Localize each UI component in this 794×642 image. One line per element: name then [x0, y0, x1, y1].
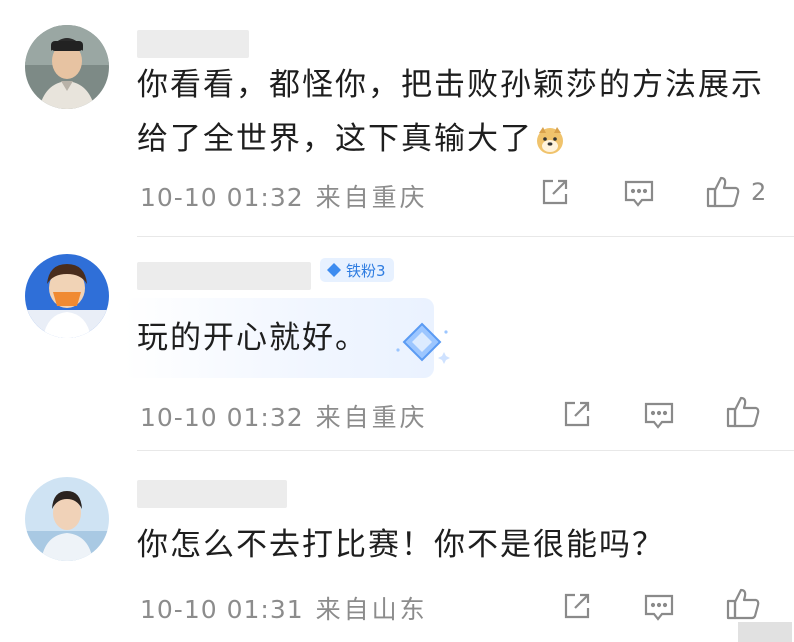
thumbs-up-icon: [726, 396, 760, 428]
like-button[interactable]: [725, 394, 761, 430]
share-icon: [564, 593, 590, 619]
comment-item: 你看看，都怪你，把击败孙颖莎的方法展示 给了全世界，这下真输大了 10-10 0…: [0, 0, 794, 236]
doge-emoji: [535, 118, 565, 172]
comment-text: 你怎么不去打比赛！你不是很能吗？: [137, 527, 665, 563]
fan-badge[interactable]: 铁粉3: [320, 258, 394, 282]
thumbs-up-icon: [726, 588, 760, 620]
location: 来自重庆: [315, 403, 428, 432]
comment-icon: [624, 180, 654, 207]
diamond-icon: [327, 263, 341, 277]
comment-text-line: 你看看，都怪你，把击败孙颖莎的方法展示: [137, 67, 764, 103]
thumbs-up-icon: [706, 176, 740, 208]
comment-text-line: 给了全世界，这下真输大了: [137, 112, 777, 172]
comment-button[interactable]: [643, 400, 675, 432]
comment-meta: 10-10 01:31 来自山东: [140, 590, 428, 626]
like-button[interactable]: [725, 586, 761, 622]
share-icon: [542, 179, 568, 205]
share-button[interactable]: [561, 398, 593, 430]
location: 来自重庆: [315, 183, 428, 212]
timestamp: 10-10 01:31: [140, 595, 304, 624]
comment-item: 你怎么不去打比赛！你不是很能吗？ 10-10 01:31 来自山东: [0, 450, 794, 642]
avatar[interactable]: [25, 254, 109, 338]
comment-icon: [644, 402, 674, 429]
share-icon: [564, 401, 590, 427]
like-button[interactable]: 2: [705, 174, 766, 210]
avatar[interactable]: [25, 25, 109, 109]
diamond-decoration-icon: [392, 320, 452, 370]
location: 来自山东: [315, 595, 428, 624]
comment-icon: [644, 594, 674, 621]
like-count: 2: [751, 178, 767, 206]
username[interactable]: [137, 30, 249, 58]
share-button[interactable]: [561, 590, 593, 622]
timestamp: 10-10 01:32: [140, 403, 304, 432]
badge-label: 铁粉3: [346, 261, 386, 280]
comment-meta: 10-10 01:32 来自重庆: [140, 178, 428, 214]
comment-text: 你看看，都怪你，把击败孙颖莎的方法展示 给了全世界，这下真输大了: [137, 58, 777, 172]
avatar[interactable]: [25, 477, 109, 561]
share-button[interactable]: [539, 176, 571, 208]
comment-meta: 10-10 01:32 来自重庆: [140, 398, 428, 434]
timestamp: 10-10 01:32: [140, 183, 304, 212]
username[interactable]: [137, 480, 287, 508]
comment-button[interactable]: [643, 592, 675, 624]
comment-text: 玩的开心就好。: [137, 320, 368, 356]
comment-item: 铁粉3 玩的开心就好。 10-10 01:32 来自重庆: [0, 236, 794, 450]
comment-button[interactable]: [623, 178, 655, 210]
username[interactable]: [137, 262, 311, 290]
watermark: [738, 622, 792, 642]
